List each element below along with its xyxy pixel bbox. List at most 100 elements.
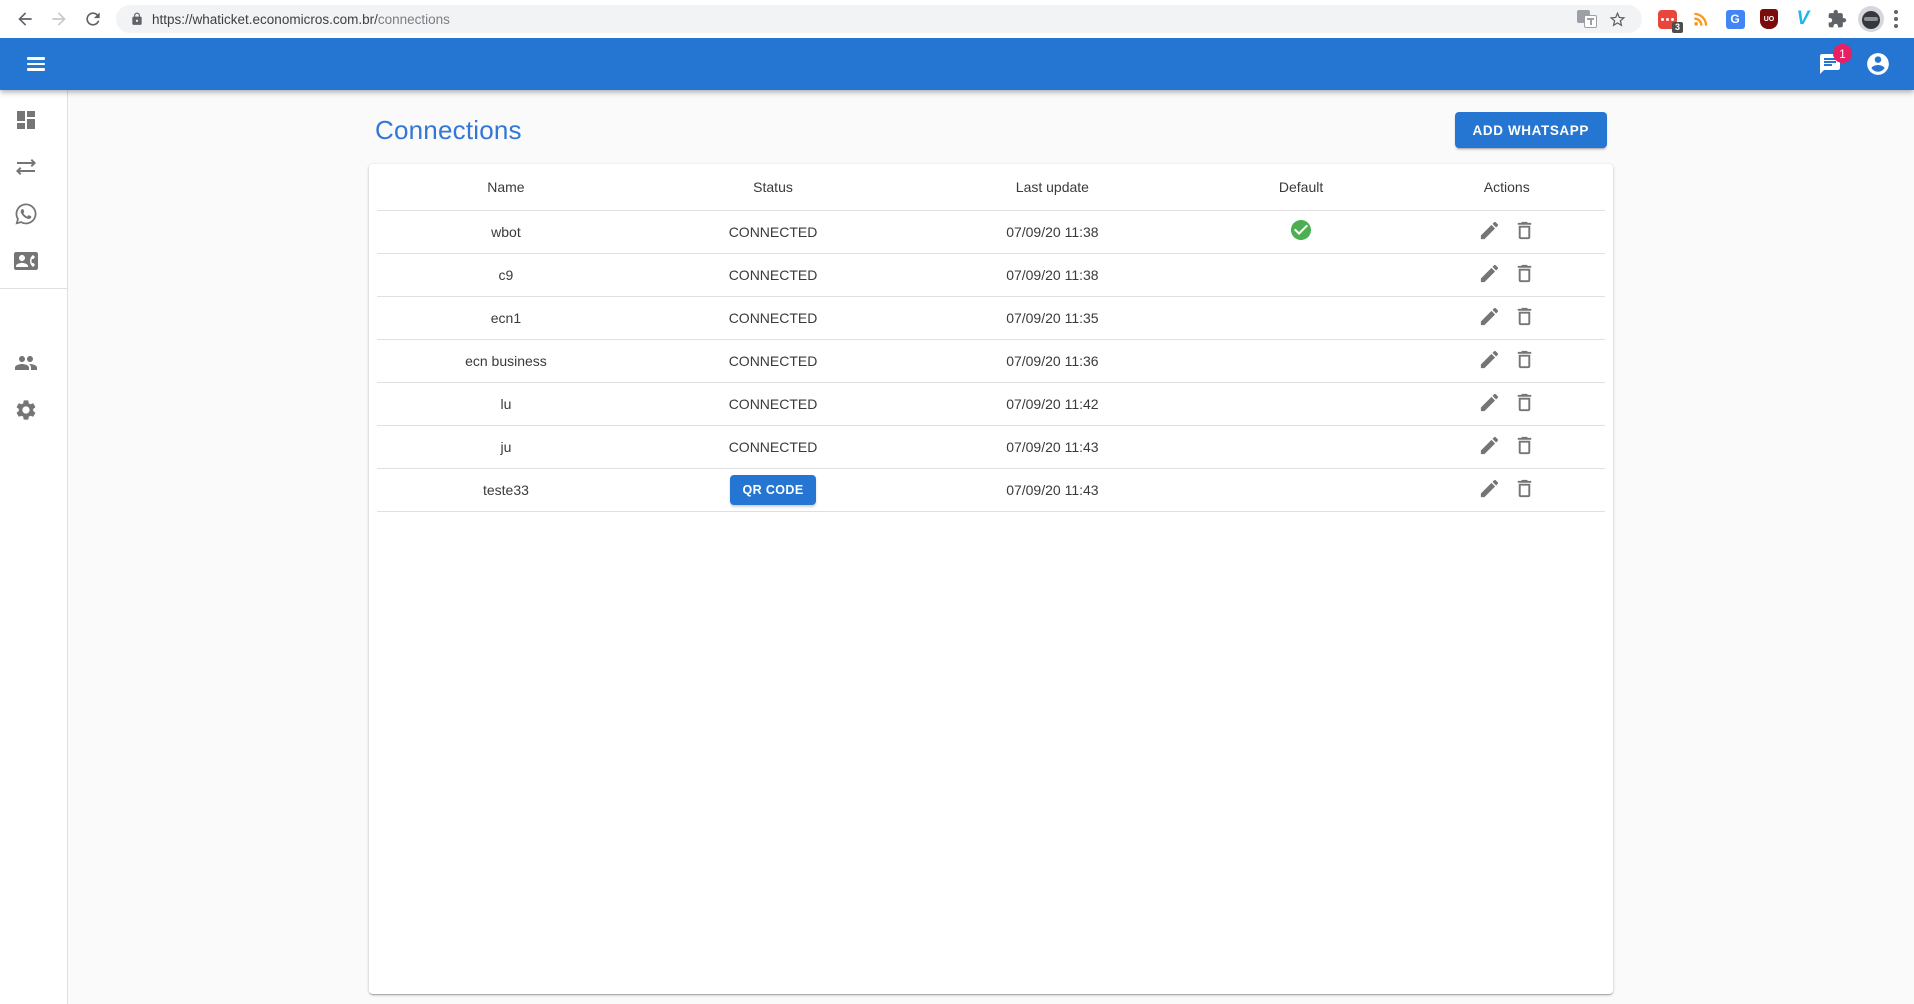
delete-connection-button[interactable]: [1509, 473, 1540, 507]
connection-name: wbot: [377, 210, 635, 253]
delete-connection-button[interactable]: [1509, 387, 1540, 421]
edit-icon: [1478, 391, 1501, 414]
connection-default-cell: [1194, 425, 1409, 468]
account-circle-icon: [1865, 51, 1891, 77]
sidebar-item-dashboard[interactable]: [0, 96, 67, 143]
connection-actions: [1409, 210, 1606, 253]
connection-last-update: 07/09/20 11:38: [911, 253, 1193, 296]
edit-connection-button[interactable]: [1474, 473, 1505, 507]
account-menu-button[interactable]: [1854, 40, 1902, 88]
edit-connection-button[interactable]: [1474, 215, 1505, 249]
edit-icon: [1478, 262, 1501, 285]
vimeo-extension-button[interactable]: V: [1788, 4, 1818, 34]
table-row: ecn1 CONNECTED 07/09/20 11:35: [377, 296, 1605, 339]
edit-icon: [1478, 348, 1501, 371]
header-actions: Actions: [1409, 164, 1606, 210]
people-icon: [14, 351, 38, 375]
rss-extension-button[interactable]: [1686, 4, 1716, 34]
hamburger-icon: [27, 57, 45, 71]
check-circle-icon: [1289, 218, 1313, 242]
connection-last-update: 07/09/20 11:38: [911, 210, 1193, 253]
connection-last-update: 07/09/20 11:35: [911, 296, 1193, 339]
menu-toggle-button[interactable]: [12, 40, 60, 88]
delete-connection-button[interactable]: [1509, 301, 1540, 335]
delete-icon: [1513, 477, 1536, 500]
edit-connection-button[interactable]: [1474, 344, 1505, 378]
sidebar-item-settings[interactable]: [0, 386, 67, 433]
sidebar-item-users[interactable]: [0, 339, 67, 386]
connection-status-cell: QR CODE: [635, 468, 911, 511]
extensions-strip: 3 G UO V: [1648, 4, 1906, 34]
contact-phone-icon: [14, 249, 38, 273]
translate-extension-button[interactable]: G: [1720, 4, 1750, 34]
adblock-extension-button[interactable]: 3: [1652, 4, 1682, 34]
sidebar: [0, 90, 68, 1004]
adblock-badge: 3: [1672, 22, 1683, 33]
delete-connection-button[interactable]: [1509, 258, 1540, 292]
connection-last-update: 07/09/20 11:36: [911, 339, 1193, 382]
notifications-badge: 1: [1833, 44, 1852, 63]
connection-last-update: 07/09/20 11:42: [911, 382, 1193, 425]
header-status: Status: [635, 164, 911, 210]
connection-actions: [1409, 296, 1606, 339]
table-row: teste33 QR CODE 07/09/20 11:43: [377, 468, 1605, 511]
notifications-button[interactable]: 1: [1806, 40, 1854, 88]
edit-connection-button[interactable]: [1474, 387, 1505, 421]
connection-default-cell: [1194, 210, 1409, 253]
sidebar-item-contacts[interactable]: [0, 237, 67, 284]
delete-connection-button[interactable]: [1509, 215, 1540, 249]
main-content: Connections ADD WHATSAPP Name Status Las…: [68, 90, 1914, 1004]
delete-connection-button[interactable]: [1509, 430, 1540, 464]
star-icon: [1608, 10, 1627, 29]
extensions-menu-button[interactable]: [1822, 4, 1852, 34]
bookmark-button[interactable]: [1602, 5, 1632, 33]
ublock-extension-button[interactable]: UO: [1754, 4, 1784, 34]
translate-page-button[interactable]: [1572, 5, 1602, 33]
qr-code-button[interactable]: QR CODE: [730, 475, 815, 505]
sidebar-section-spacer: [0, 295, 67, 339]
dashboard-icon: [14, 108, 38, 132]
connection-actions: [1409, 253, 1606, 296]
connection-default-cell: [1194, 382, 1409, 425]
delete-connection-button[interactable]: [1509, 344, 1540, 378]
connection-status: CONNECTED: [635, 253, 911, 296]
forward-arrow-icon: [49, 9, 69, 29]
url-text: https://whaticket.economicros.com.br/con…: [152, 12, 450, 27]
puzzle-icon: [1827, 9, 1847, 29]
connection-name: ecn business: [377, 339, 635, 382]
edit-connection-button[interactable]: [1474, 258, 1505, 292]
connection-default-cell: [1194, 339, 1409, 382]
edit-icon: [1478, 434, 1501, 457]
connection-status: CONNECTED: [635, 425, 911, 468]
connections-table: Name Status Last update Default Actions …: [377, 164, 1605, 512]
add-whatsapp-button[interactable]: ADD WHATSAPP: [1455, 112, 1607, 148]
table-row: c9 CONNECTED 07/09/20 11:38: [377, 253, 1605, 296]
reload-button[interactable]: [76, 2, 110, 36]
back-button[interactable]: [8, 2, 42, 36]
kebab-icon: [1894, 10, 1898, 14]
connection-default-cell: [1194, 468, 1409, 511]
connection-name: teste33: [377, 468, 635, 511]
address-bar[interactable]: https://whaticket.economicros.com.br/con…: [116, 5, 1642, 33]
sidebar-item-connections[interactable]: [0, 143, 67, 190]
sidebar-item-tickets[interactable]: [0, 190, 67, 237]
header-default: Default: [1194, 164, 1409, 210]
connections-card: Name Status Last update Default Actions …: [369, 164, 1613, 994]
page-title: Connections: [375, 115, 522, 146]
delete-icon: [1513, 262, 1536, 285]
edit-connection-button[interactable]: [1474, 301, 1505, 335]
edit-connection-button[interactable]: [1474, 430, 1505, 464]
app-bar: 1: [0, 38, 1914, 90]
connection-name: ecn1: [377, 296, 635, 339]
chrome-menu-button[interactable]: [1890, 6, 1902, 32]
delete-icon: [1513, 434, 1536, 457]
lock-icon: [130, 12, 144, 26]
connection-name: lu: [377, 382, 635, 425]
edit-icon: [1478, 305, 1501, 328]
forward-button[interactable]: [42, 2, 76, 36]
connection-actions: [1409, 339, 1606, 382]
browser-profile-button[interactable]: [1856, 4, 1886, 34]
connection-last-update: 07/09/20 11:43: [911, 468, 1193, 511]
delete-icon: [1513, 348, 1536, 371]
connection-status: CONNECTED: [635, 296, 911, 339]
